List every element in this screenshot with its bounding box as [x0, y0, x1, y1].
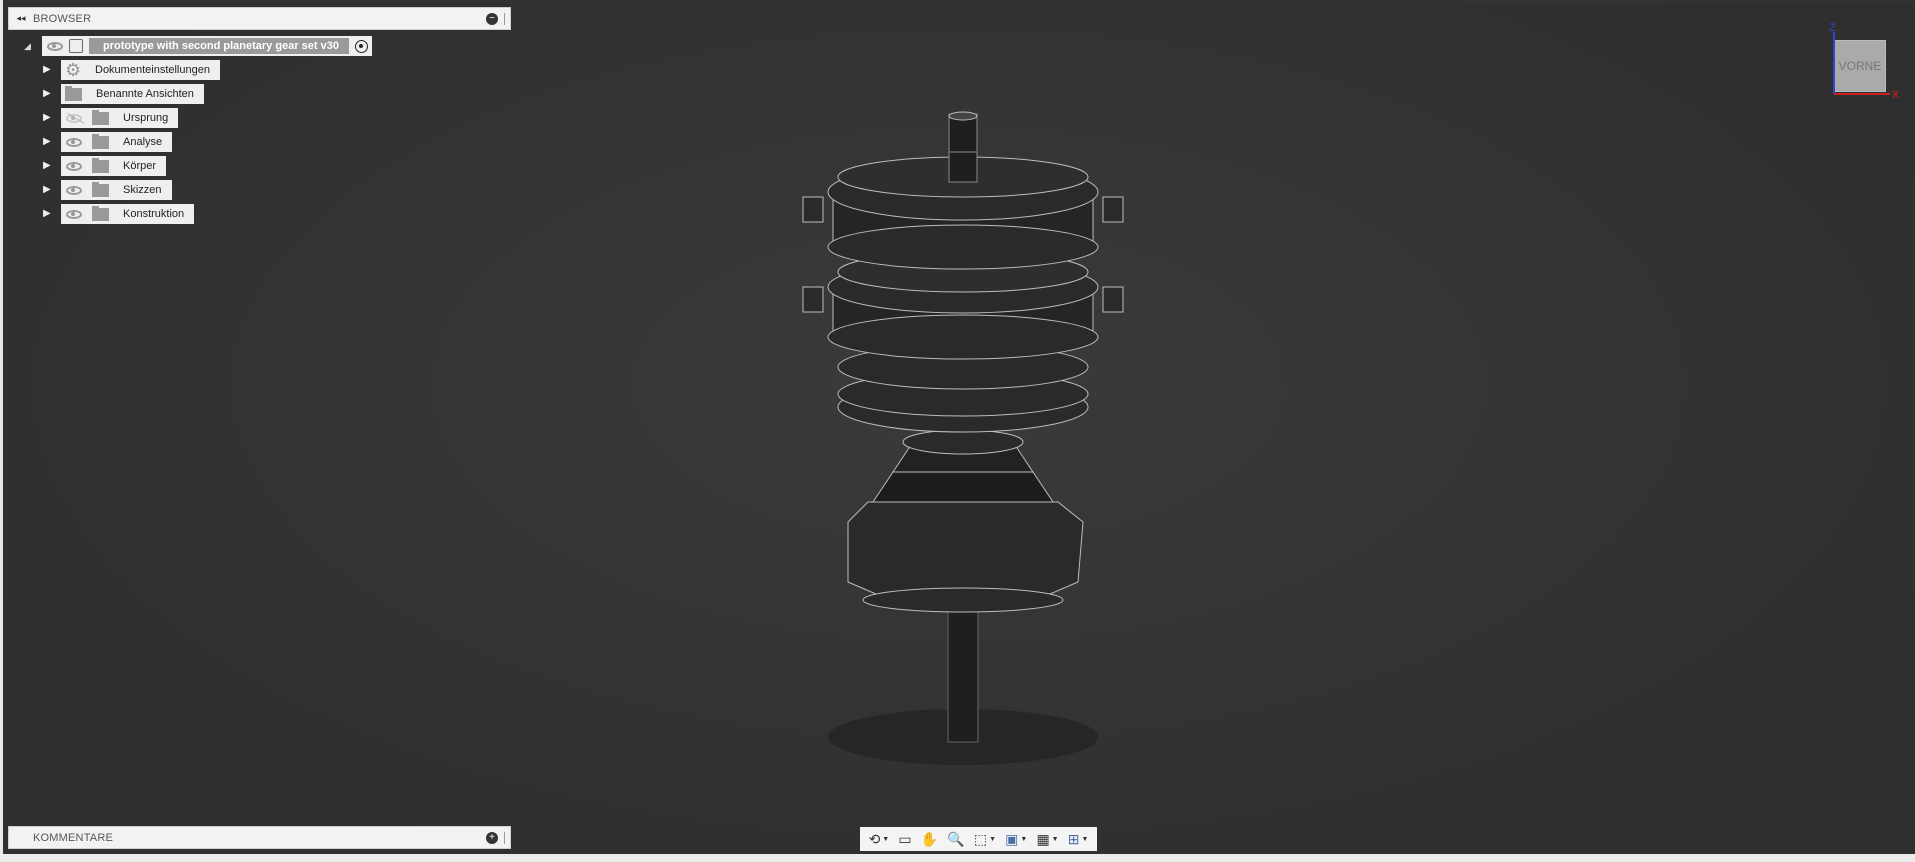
axis-x-label: X [1892, 89, 1900, 101]
orbit-icon: ⟲ [868, 830, 881, 847]
component-icon [69, 39, 83, 53]
visibility-eye-icon[interactable] [66, 113, 82, 123]
pan-button[interactable]: ✋ [921, 831, 938, 848]
folder-icon [92, 157, 109, 173]
collapse-triangle-icon[interactable]: ◢ [24, 41, 42, 52]
axis-triad: Z X [1829, 22, 1900, 101]
comments-title: KOMMENTARE [33, 831, 114, 844]
folder-icon [92, 109, 109, 125]
tree-root[interactable]: ◢ prototype with second planetary gear s… [24, 36, 372, 56]
tree-item[interactable]: ▶ ⚙ Dokumenteinstellungen [43, 60, 220, 80]
tree-item[interactable]: ▶ Konstruktion [43, 204, 195, 224]
tree-item[interactable]: ▶ Analyse [43, 132, 173, 152]
pan-hand-icon: ✋ [920, 830, 939, 847]
add-comment-icon[interactable]: + [486, 831, 498, 844]
activate-radio-icon[interactable] [354, 39, 368, 53]
expand-triangle-icon[interactable]: ▶ [43, 208, 53, 220]
root-component-name: prototype with second planetary gear set… [89, 38, 349, 54]
tree-item-label: Dokumenteinstellungen [95, 64, 210, 76]
grid-settings-button[interactable]: ▦ ▼ [1036, 831, 1058, 848]
folder-icon [92, 181, 109, 197]
tree-item-label: Benannte Ansichten [96, 88, 194, 100]
viewports-icon: ⊞ [1067, 830, 1080, 847]
browser-panel-header: ◂◂ BROWSER − [8, 7, 511, 30]
expand-triangle-icon[interactable]: ▶ [43, 64, 53, 76]
tree-item[interactable]: ▶ Körper [43, 156, 167, 176]
tree-item-label: Konstruktion [123, 208, 185, 220]
axis-z-label: Z [1829, 22, 1836, 34]
folder-icon [92, 133, 109, 149]
expand-triangle-icon[interactable]: ▶ [43, 136, 53, 148]
look-at-button[interactable]: ▭ [898, 831, 911, 848]
gear-icon: ⚙ [65, 60, 82, 80]
expand-triangle-icon[interactable]: ▶ [43, 160, 53, 172]
collapse-panel-icon[interactable]: ◂◂ [9, 13, 33, 24]
visibility-eye-icon[interactable] [66, 161, 82, 171]
tree-item-label: Ursprung [123, 112, 169, 124]
tree-item[interactable]: ▶ Skizzen [43, 180, 172, 200]
navigation-toolbar: ⟲ ▼ ▭ ✋ 🔍 ⬚ ▼ ▣ ▼ ▦ ▼ ⊞ ▼ [860, 827, 1097, 851]
monitor-icon: ▣ [1005, 830, 1019, 847]
resize-grip-icon[interactable] [504, 12, 506, 25]
fit-button[interactable]: ⬚ ▼ [974, 831, 996, 848]
browser-title: BROWSER [33, 12, 92, 25]
tree-item[interactable]: ▶ Benannte Ansichten [43, 84, 204, 104]
gear-assembly-model [802, 111, 1124, 765]
minimize-icon[interactable]: − [486, 12, 498, 25]
visibility-eye-icon[interactable] [66, 137, 82, 147]
tree-item-label: Körper [123, 160, 157, 172]
zoom-window-icon: ⬚ [973, 830, 988, 847]
folder-icon [92, 205, 109, 221]
visibility-eye-icon[interactable] [66, 185, 82, 195]
expand-triangle-icon[interactable]: ▶ [43, 112, 53, 124]
folder-icon [65, 85, 82, 101]
orbit-button[interactable]: ⟲ ▼ [869, 831, 890, 848]
tree-item-label: Skizzen [123, 184, 162, 196]
grid-icon: ▦ [1036, 830, 1050, 847]
comments-panel-header: KOMMENTARE + [8, 826, 511, 849]
3d-viewport[interactable] [3, 2, 1915, 854]
expand-triangle-icon[interactable]: ▶ [43, 88, 53, 100]
viewports-button[interactable]: ⊞ ▼ [1068, 831, 1089, 848]
look-at-icon: ▭ [898, 830, 912, 847]
visibility-eye-icon[interactable] [66, 209, 82, 219]
zoom-button[interactable]: 🔍 [947, 831, 964, 848]
resize-grip-icon[interactable] [504, 831, 506, 844]
tree-item-label: Analyse [123, 136, 163, 148]
tree-item[interactable]: ▶ Ursprung [43, 108, 179, 128]
visibility-eye-icon[interactable] [47, 41, 63, 51]
expand-triangle-icon[interactable]: ▶ [43, 184, 53, 196]
display-settings-button[interactable]: ▣ ▼ [1005, 831, 1027, 848]
zoom-icon: 🔍 [947, 830, 965, 847]
